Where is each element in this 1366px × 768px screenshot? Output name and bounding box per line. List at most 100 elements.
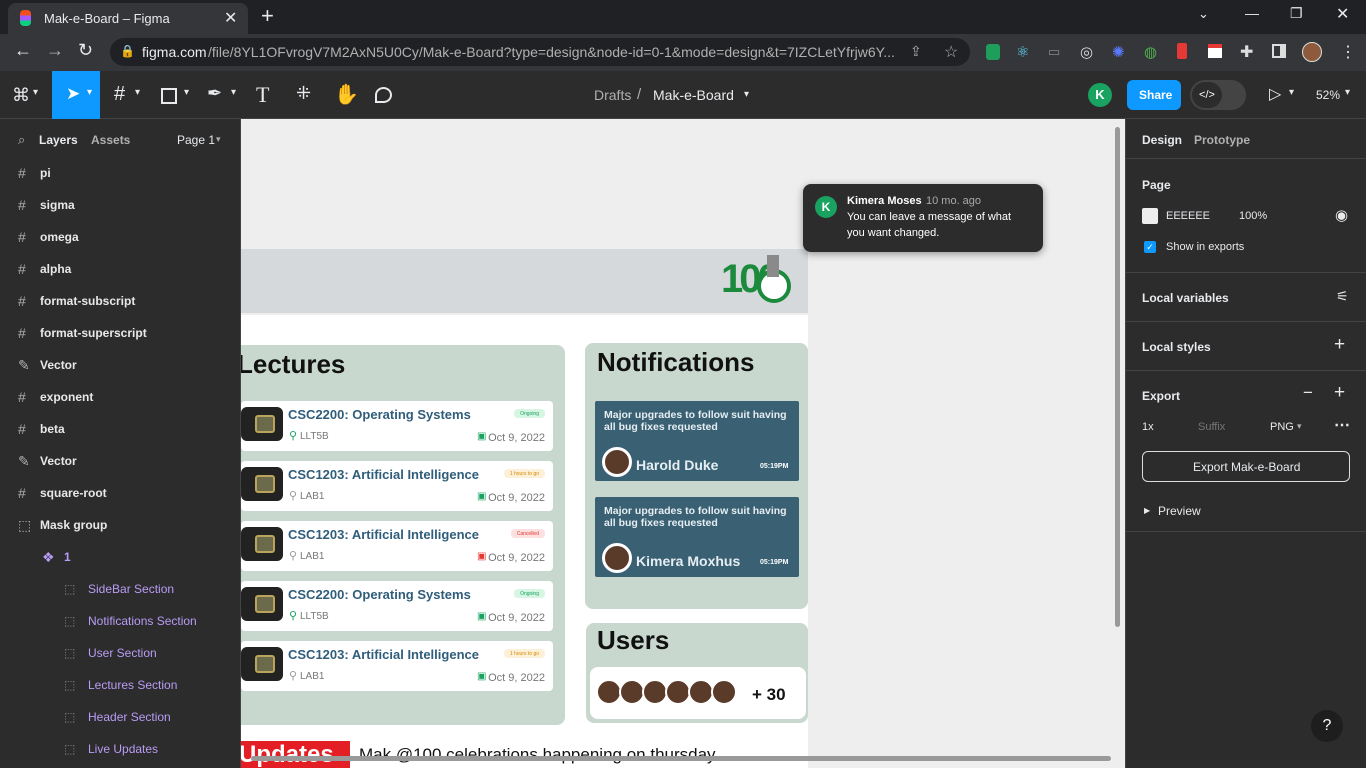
text-tool-icon[interactable]: T [256,82,269,108]
preview-caret-icon[interactable]: ▶ [1144,506,1150,515]
file-name-chevron-icon[interactable]: ▾ [744,89,749,100]
reload-icon[interactable]: ↻ [78,40,93,61]
lecture-card[interactable]: CSC2200: Operating Systems Ongoing ⚲ LLT5B ▣… [241,401,553,451]
file-name[interactable]: Mak-e-Board [653,87,734,103]
design-canvas[interactable]: 100 Lectures CSC2200: Operating Systems O… [241,119,1125,768]
tab-search-icon[interactable]: ⌄ [1198,6,1209,22]
lecture-card[interactable]: CSC1203: Artificial Intelligence 1 hours … [241,641,553,691]
layer-row-section[interactable]: ⬚ SideBar Section [0,574,240,606]
export-scale[interactable]: 1x [1142,421,1154,433]
zoom-chevron-icon[interactable]: ▾ [1345,87,1350,98]
show-in-exports-checkbox[interactable]: ✓ [1144,241,1156,253]
comment-bubble[interactable]: K Kimera Moses 10 mo. ago You can leave … [803,184,1043,252]
address-bar[interactable]: 🔒 figma.com /file/8YL1OFvrogV7M2AxN5U0Cy… [110,38,970,66]
minimize-icon[interactable]: — [1245,5,1259,21]
local-styles-section[interactable]: Local styles + [1126,322,1366,371]
layer-row[interactable]: # pi [0,158,240,190]
main-menu-chevron-icon[interactable]: ▾ [33,87,38,98]
layer-row[interactable]: ✎ Vector [0,446,240,478]
tab-prototype[interactable]: Prototype [1194,133,1250,147]
layer-row[interactable]: # format-subscript [0,286,240,318]
share-button[interactable]: Share [1127,80,1181,110]
layer-row-section[interactable]: ⬚ Notifications Section [0,606,240,638]
lecture-card[interactable]: CSC1203: Artificial Intelligence 1 hours … [241,461,553,511]
add-style-icon[interactable]: + [1334,334,1345,356]
shape-tool-chevron-icon[interactable]: ▾ [184,87,189,98]
notification-card[interactable]: Major upgrades to follow suit having all… [595,401,799,481]
page-selector[interactable]: Page 1 [177,133,215,147]
resources-icon[interactable]: ⁜ [296,83,311,104]
user-avatar[interactable]: K [1088,83,1112,107]
layer-row[interactable]: ❖ 1 [0,542,240,574]
browser-tab[interactable]: Mak-e-Board – Figma ✕ [8,3,248,34]
layer-row[interactable]: # square-root [0,478,240,510]
layer-row[interactable]: # format-superscript [0,318,240,350]
back-icon[interactable]: ← [14,40,32,61]
comment-tool-icon[interactable] [375,87,392,103]
tab-layers[interactable]: Layers [39,133,78,147]
new-tab-icon[interactable]: + [261,3,274,29]
export-button[interactable]: Export Mak-e-Board [1142,451,1350,482]
lecture-card[interactable]: CSC2200: Operating Systems Ongoing ⚲ LLT5B ▣… [241,581,553,631]
main-menu-icon[interactable]: ⌘ [12,85,30,106]
page-chevron-icon[interactable]: ▾ [216,134,221,145]
export-suffix-input[interactable]: Suffix [1198,421,1225,433]
layer-row-section[interactable]: ⬚ Live Updates [0,734,240,766]
page-color-hex[interactable]: EEEEEE [1166,210,1210,222]
tab-assets[interactable]: Assets [91,133,130,147]
preview-label[interactable]: Preview [1158,504,1201,518]
extension-car-icon[interactable]: ▭ [1048,44,1060,60]
window-close-icon[interactable]: ✕ [1336,4,1349,24]
help-button[interactable]: ? [1311,710,1343,742]
pen-tool-icon[interactable]: ✒ [207,83,222,104]
bookmark-icon[interactable]: ☆ [944,42,958,62]
variables-adjust-icon[interactable]: ⚟ [1336,288,1349,305]
tab-design[interactable]: Design [1142,133,1182,147]
live-updates-section[interactable]: Updates Mak @100 celebrations happening … [241,737,808,768]
extension-target-icon[interactable]: ◎ [1080,43,1093,61]
extension-shield-icon[interactable] [986,44,1000,60]
page-color-swatch[interactable] [1142,208,1158,224]
zoom-level[interactable]: 52% [1316,88,1340,102]
tab-close-icon[interactable]: ✕ [224,8,237,28]
layer-row[interactable]: ⬚ Mask group [0,510,240,542]
lecture-card[interactable]: CSC1203: Artificial Intelligence Cancelle… [241,521,553,571]
horizontal-scrollbar[interactable] [251,756,1111,761]
export-format[interactable]: PNG [1270,421,1294,433]
profile-avatar[interactable] [1302,42,1322,62]
breadcrumb-drafts[interactable]: Drafts [594,87,631,103]
extension-react-icon[interactable]: ⚛ [1016,43,1029,61]
extension-globe-icon[interactable]: ◍ [1144,43,1157,61]
layer-row-section[interactable]: ⬚ User Section [0,638,240,670]
shape-tool-icon[interactable] [161,88,177,104]
vertical-scrollbar[interactable] [1115,127,1120,627]
remove-export-icon[interactable]: − [1303,383,1313,403]
layer-row[interactable]: # alpha [0,254,240,286]
extension-red-icon[interactable] [1177,43,1187,59]
maximize-icon[interactable]: ❐ [1290,5,1303,22]
layer-row-section[interactable]: ⬚ Header Section [0,702,240,734]
layer-row[interactable]: # sigma [0,190,240,222]
layer-row[interactable]: # omega [0,222,240,254]
layer-row-section[interactable]: ⬚ Lectures Section [0,670,240,702]
forward-icon[interactable]: → [46,40,64,61]
export-more-icon[interactable]: ⋯ [1334,415,1350,435]
present-chevron-icon[interactable]: ▾ [1289,87,1294,98]
layer-row[interactable]: # exponent [0,382,240,414]
share-page-icon[interactable]: ⇪ [910,43,922,60]
pen-tool-chevron-icon[interactable]: ▾ [231,87,236,98]
frame-tool-chevron-icon[interactable]: ▾ [135,87,140,98]
extension-doc-icon[interactable] [1208,44,1222,58]
hand-tool-icon[interactable]: ✋ [334,82,359,107]
users-section[interactable]: Users + 30 [586,623,808,723]
page-opacity[interactable]: 100% [1239,210,1267,222]
extension-gear-icon[interactable]: ✺ [1112,43,1125,61]
layer-row[interactable]: ✎ Vector [0,350,240,382]
visibility-eye-icon[interactable]: ◉ [1335,206,1348,224]
search-layers-icon[interactable]: ⌕ [18,132,25,148]
export-format-chevron-icon[interactable]: ▾ [1297,421,1302,432]
dev-mode-toggle[interactable]: </> [1190,80,1246,110]
local-variables-section[interactable]: Local variables ⚟ [1126,273,1366,322]
extensions-puzzle-icon[interactable]: ✚ [1240,42,1253,62]
present-icon[interactable]: ▷ [1269,84,1281,104]
